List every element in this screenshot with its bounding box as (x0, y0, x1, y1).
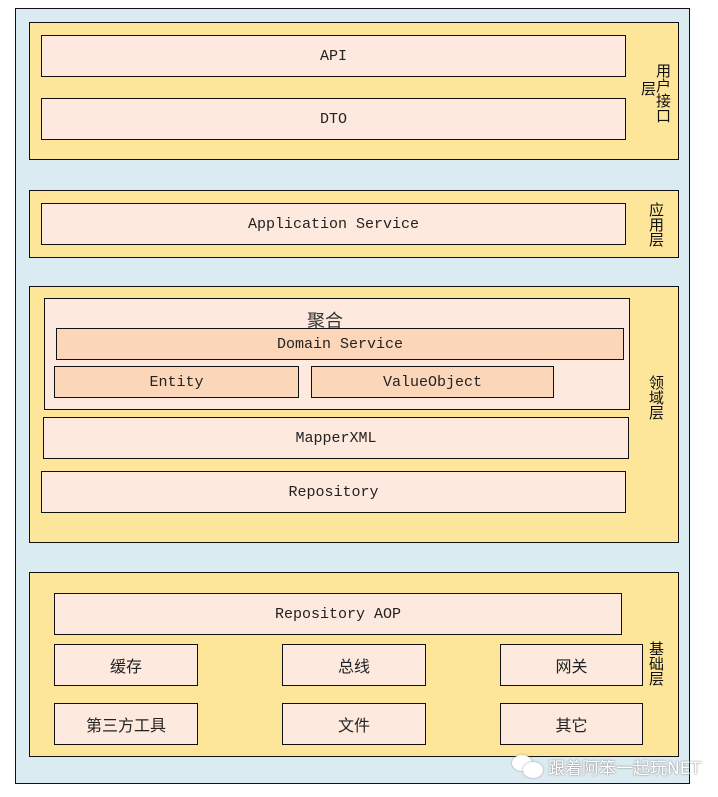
dto-box: DTO (41, 98, 626, 140)
cache-box: 缓存 (54, 644, 198, 686)
repository-aop-label: Repository AOP (274, 605, 402, 623)
watermark-text: 跟着阿笨一起玩NET (548, 758, 701, 779)
domain-service-box: Domain Service (56, 328, 624, 360)
infrastructure-layer: Repository AOP 缓存 总线 网关 第三方工具 文件 其它 基础层 (29, 572, 679, 757)
architecture-diagram: API DTO 用户接口 层 Application Service 应用层 聚… (15, 8, 690, 784)
file-label: 文件 (337, 716, 370, 735)
aggregate-box: 聚合 Domain Service Entity ValueObject (44, 298, 630, 410)
repository-aop-box: Repository AOP (54, 593, 622, 635)
api-label: API (319, 47, 347, 65)
bus-box: 总线 (282, 644, 426, 686)
repository-box: Repository (41, 471, 626, 513)
watermark: 跟着阿笨一起玩NET (512, 753, 701, 779)
value-object-label: ValueObject (382, 373, 483, 391)
value-object-box: ValueObject (311, 366, 554, 398)
third-party-tools-box: 第三方工具 (54, 703, 198, 745)
mapper-xml-label: MapperXML (295, 429, 377, 447)
mapper-xml-box: MapperXML (43, 417, 629, 459)
user-interface-layer: API DTO 用户接口 层 (29, 22, 679, 160)
other-label: 其它 (555, 716, 588, 735)
dto-label: DTO (319, 110, 347, 128)
application-layer-label: 应用层 (647, 202, 665, 247)
infrastructure-layer-label: 基础层 (647, 641, 665, 686)
other-box: 其它 (500, 703, 643, 745)
gateway-label: 网关 (555, 657, 588, 676)
user-interface-layer-label: 用户接口 (654, 63, 672, 123)
api-box: API (41, 35, 626, 77)
application-layer: Application Service 应用层 (29, 190, 679, 258)
cache-label: 缓存 (109, 657, 142, 676)
repository-label: Repository (288, 483, 379, 501)
domain-service-label: Domain Service (276, 335, 404, 353)
wechat-icon (512, 753, 546, 779)
third-party-tools-label: 第三方工具 (85, 716, 166, 735)
entity-label: Entity (149, 373, 204, 391)
domain-layer: 聚合 Domain Service Entity ValueObject Map… (29, 286, 679, 543)
application-service-box: Application Service (41, 203, 626, 245)
entity-box: Entity (54, 366, 299, 398)
domain-layer-label: 领域层 (647, 375, 665, 420)
file-box: 文件 (282, 703, 426, 745)
bus-label: 总线 (337, 657, 370, 676)
gateway-box: 网关 (500, 644, 643, 686)
application-service-label: Application Service (247, 215, 420, 233)
user-interface-layer-suffix: 层 (639, 81, 657, 96)
